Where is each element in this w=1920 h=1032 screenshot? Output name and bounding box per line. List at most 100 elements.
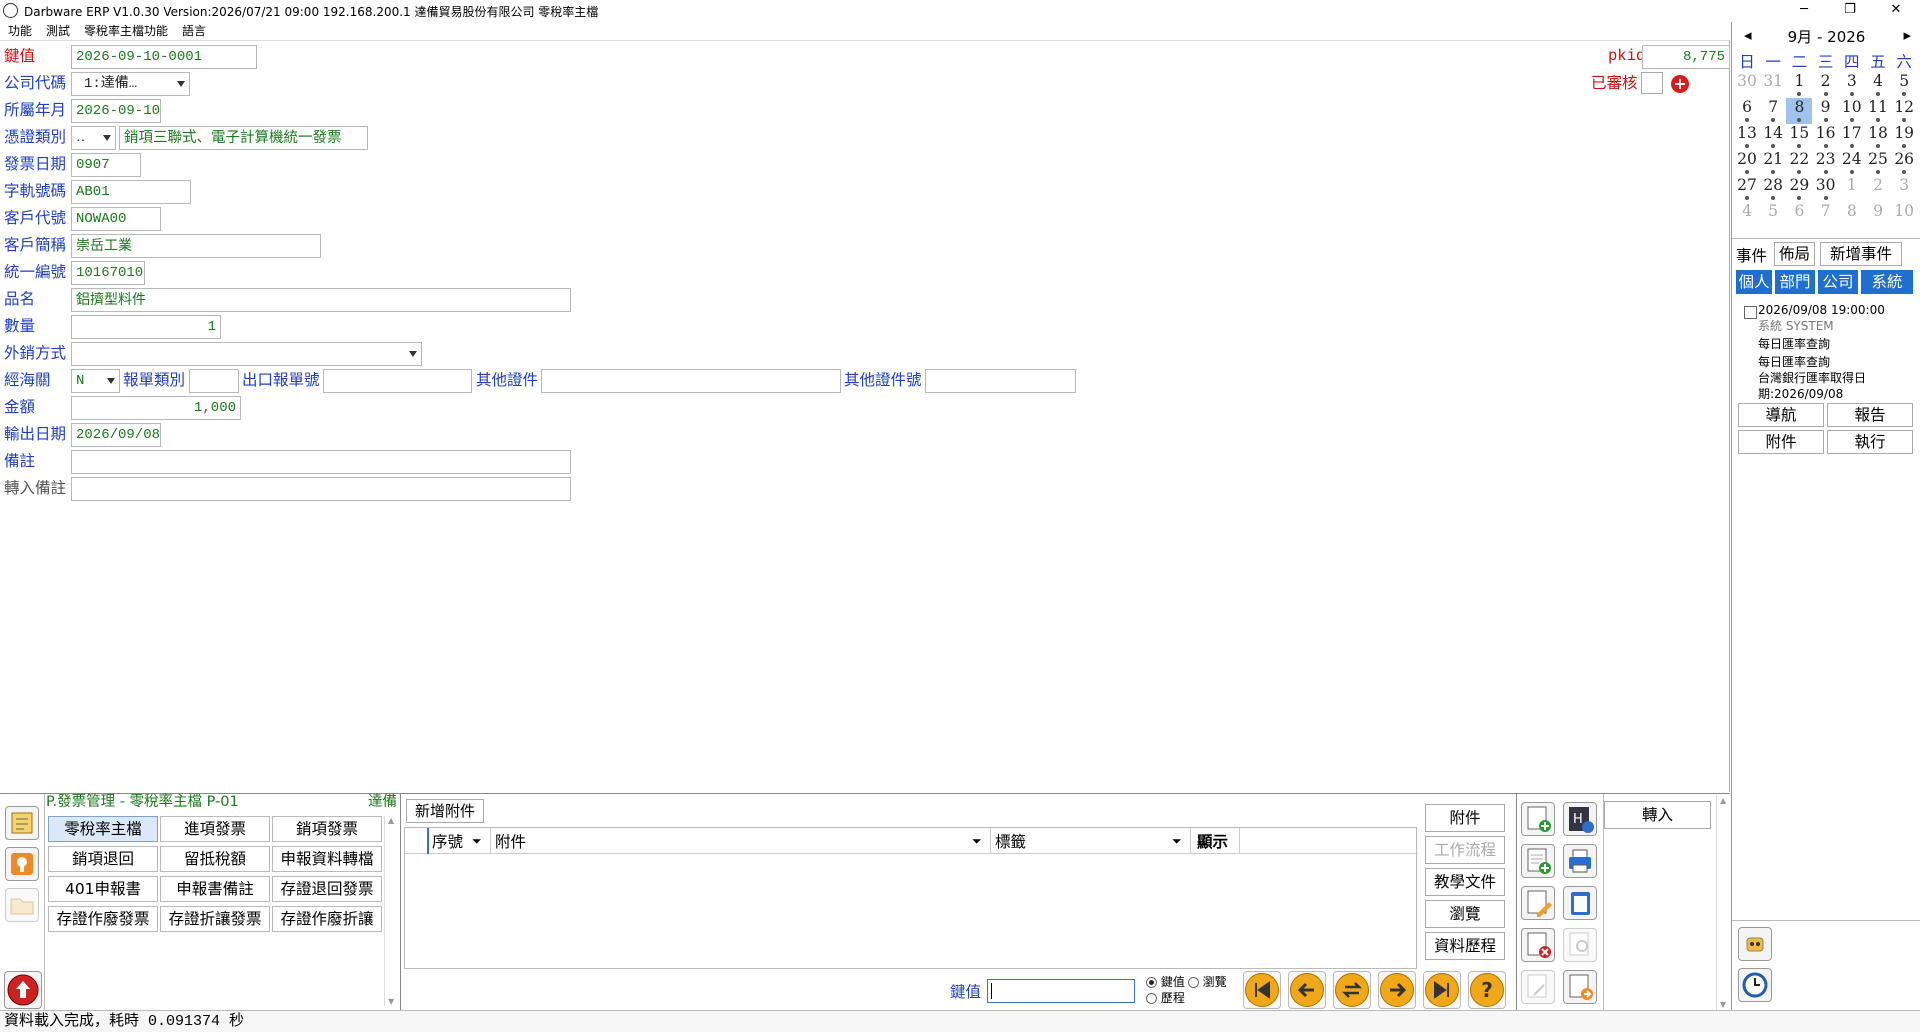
export-method-select[interactable] <box>71 342 422 366</box>
col-show[interactable]: 顯示 <box>1197 830 1228 852</box>
refresh-button[interactable] <box>1333 971 1371 1009</box>
attachment-side-button[interactable]: 資料歷程 <box>1425 932 1505 960</box>
scope-company[interactable]: 公司 <box>1818 270 1858 294</box>
calendar-day[interactable]: 11 <box>1865 98 1891 124</box>
calendar-day[interactable]: 3 <box>1839 72 1865 98</box>
robot-icon[interactable] <box>1738 927 1772 961</box>
period-field[interactable]: 2026-09-10 <box>71 99 161 123</box>
events-tab[interactable]: 事件 <box>1736 244 1767 266</box>
menu-function[interactable]: 功能 <box>8 22 32 40</box>
voucher-type-select[interactable]: ‥ <box>71 126 116 150</box>
tax-id-field[interactable]: 10167010 <box>71 261 145 285</box>
note-icon[interactable] <box>5 806 39 840</box>
customs-select[interactable]: N <box>71 369 120 393</box>
calendar-day[interactable]: 29 <box>1786 176 1812 202</box>
event-checkbox[interactable] <box>1744 306 1757 319</box>
calendar-day[interactable]: 22 <box>1786 150 1812 176</box>
attachment-side-button[interactable]: 工作流程 <box>1425 836 1505 864</box>
calendar-day[interactable]: 3 <box>1891 176 1917 202</box>
report-button[interactable]: 報告 <box>1827 403 1913 427</box>
filter-icon[interactable]: ⏷ <box>1172 834 1182 849</box>
product-field[interactable]: 鋁擠型料件 <box>71 288 571 312</box>
html-export-icon[interactable]: H <box>1563 802 1597 836</box>
calendar-day[interactable]: 4 <box>1865 72 1891 98</box>
help-button[interactable]: ? <box>1468 971 1506 1009</box>
calendar-day[interactable]: 8 <box>1839 202 1865 228</box>
next-record-button[interactable] <box>1378 971 1416 1009</box>
other-doc-number-field[interactable] <box>925 369 1076 393</box>
edit-record-icon[interactable] <box>1521 886 1555 920</box>
find-icon[interactable] <box>1563 928 1597 962</box>
execute-button[interactable]: 執行 <box>1827 430 1913 454</box>
calendar-day[interactable]: 8 <box>1786 98 1813 124</box>
layout-tab[interactable]: 佈局 <box>1774 242 1815 266</box>
copy-record-icon[interactable] <box>1521 844 1555 878</box>
scope-system[interactable]: 系統 <box>1861 270 1913 294</box>
scope-department[interactable]: 部門 <box>1775 270 1815 294</box>
calendar-day[interactable]: 10 <box>1839 98 1865 124</box>
prev-month-button[interactable]: ◂ <box>1744 26 1752 44</box>
write-icon[interactable] <box>1521 970 1555 1004</box>
calendar-day[interactable]: 28 <box>1760 176 1786 202</box>
calendar-day[interactable]: 15 <box>1786 124 1812 150</box>
calendar-day[interactable]: 5 <box>1891 72 1917 98</box>
folder-icon[interactable] <box>5 888 39 922</box>
calendar-day[interactable]: 18 <box>1865 124 1891 150</box>
calendar-day[interactable]: 25 <box>1865 150 1891 176</box>
import-button[interactable]: 轉入 <box>1604 801 1711 829</box>
add-attachment-button[interactable]: 新增附件 <box>406 799 484 823</box>
calendar-day[interactable]: 1 <box>1786 72 1812 98</box>
calendar-day[interactable]: 20 <box>1734 150 1760 176</box>
calendar-day[interactable]: 7 <box>1760 98 1786 124</box>
calendar-day[interactable]: 17 <box>1839 124 1865 150</box>
document-list-icon[interactable] <box>1563 886 1597 920</box>
module-button[interactable]: 申報書備註 <box>160 876 270 902</box>
export-number-field[interactable] <box>323 369 472 393</box>
navigate-button[interactable]: 導航 <box>1738 403 1824 427</box>
calendar-day[interactable]: 2 <box>1813 72 1839 98</box>
filter-icon[interactable]: ⏷ <box>972 834 982 849</box>
restore-button[interactable]: ❐ <box>1827 0 1873 22</box>
module-button[interactable]: 銷項發票 <box>272 816 382 842</box>
amount-field[interactable]: 1,000 <box>71 396 241 420</box>
module-button[interactable]: 存證作廢折讓 <box>272 906 382 932</box>
calendar-day[interactable]: 24 <box>1839 150 1865 176</box>
col-attachment[interactable]: 附件 <box>495 830 526 852</box>
company-select[interactable]: 1:達備… <box>71 72 190 96</box>
scope-personal[interactable]: 個人 <box>1736 270 1772 294</box>
calendar-day[interactable]: 9 <box>1813 98 1839 124</box>
import-remark-field[interactable] <box>71 477 571 501</box>
quantity-field[interactable]: 1 <box>71 315 221 339</box>
filter-icon[interactable]: ⏷ <box>472 834 482 849</box>
output-date-field[interactable]: 2026/09/08 <box>71 423 161 447</box>
add-icon[interactable]: + <box>1671 75 1689 93</box>
clock-icon[interactable] <box>1738 968 1772 1002</box>
col-tag[interactable]: 標籤 <box>995 830 1026 852</box>
delete-record-icon[interactable] <box>1521 928 1555 962</box>
module-button[interactable]: 留抵稅額 <box>160 846 270 872</box>
calendar-day[interactable]: 26 <box>1891 150 1917 176</box>
calendar-day[interactable]: 27 <box>1734 176 1760 202</box>
calendar-day[interactable]: 2 <box>1865 176 1891 202</box>
bottom-scrollbar[interactable]: ▲ ▼ <box>1716 794 1730 1011</box>
menu-test[interactable]: 測試 <box>46 22 70 40</box>
remark-field[interactable] <box>71 450 571 474</box>
customer-name-field[interactable]: 崇岳工業 <box>71 234 321 258</box>
attachment-button[interactable]: 附件 <box>1738 430 1824 454</box>
radio-key[interactable] <box>1146 977 1157 988</box>
last-record-button[interactable] <box>1423 971 1461 1009</box>
event-item[interactable]: 2026/09/08 19:00:00 系統 SYSTEM 每日匯率查詢 每日匯… <box>1758 302 1918 402</box>
menu-language[interactable]: 語言 <box>182 22 206 40</box>
calendar-day[interactable]: 12 <box>1891 98 1917 124</box>
module-button[interactable]: 存證作廢發票 <box>48 906 158 932</box>
attachment-side-button[interactable]: 附件 <box>1425 804 1505 832</box>
calendar-day[interactable]: 16 <box>1813 124 1839 150</box>
invoice-date-field[interactable]: 0907 <box>71 153 141 177</box>
search-key-input[interactable] <box>987 979 1135 1003</box>
module-button[interactable]: 進項發票 <box>160 816 270 842</box>
key-field[interactable]: 2026-09-10-0001 <box>71 45 257 69</box>
radio-history[interactable] <box>1146 993 1157 1004</box>
close-button[interactable]: ✕ <box>1873 0 1919 22</box>
module-button[interactable]: 申報資料轉檔 <box>272 846 382 872</box>
other-doc-field[interactable] <box>541 369 841 393</box>
